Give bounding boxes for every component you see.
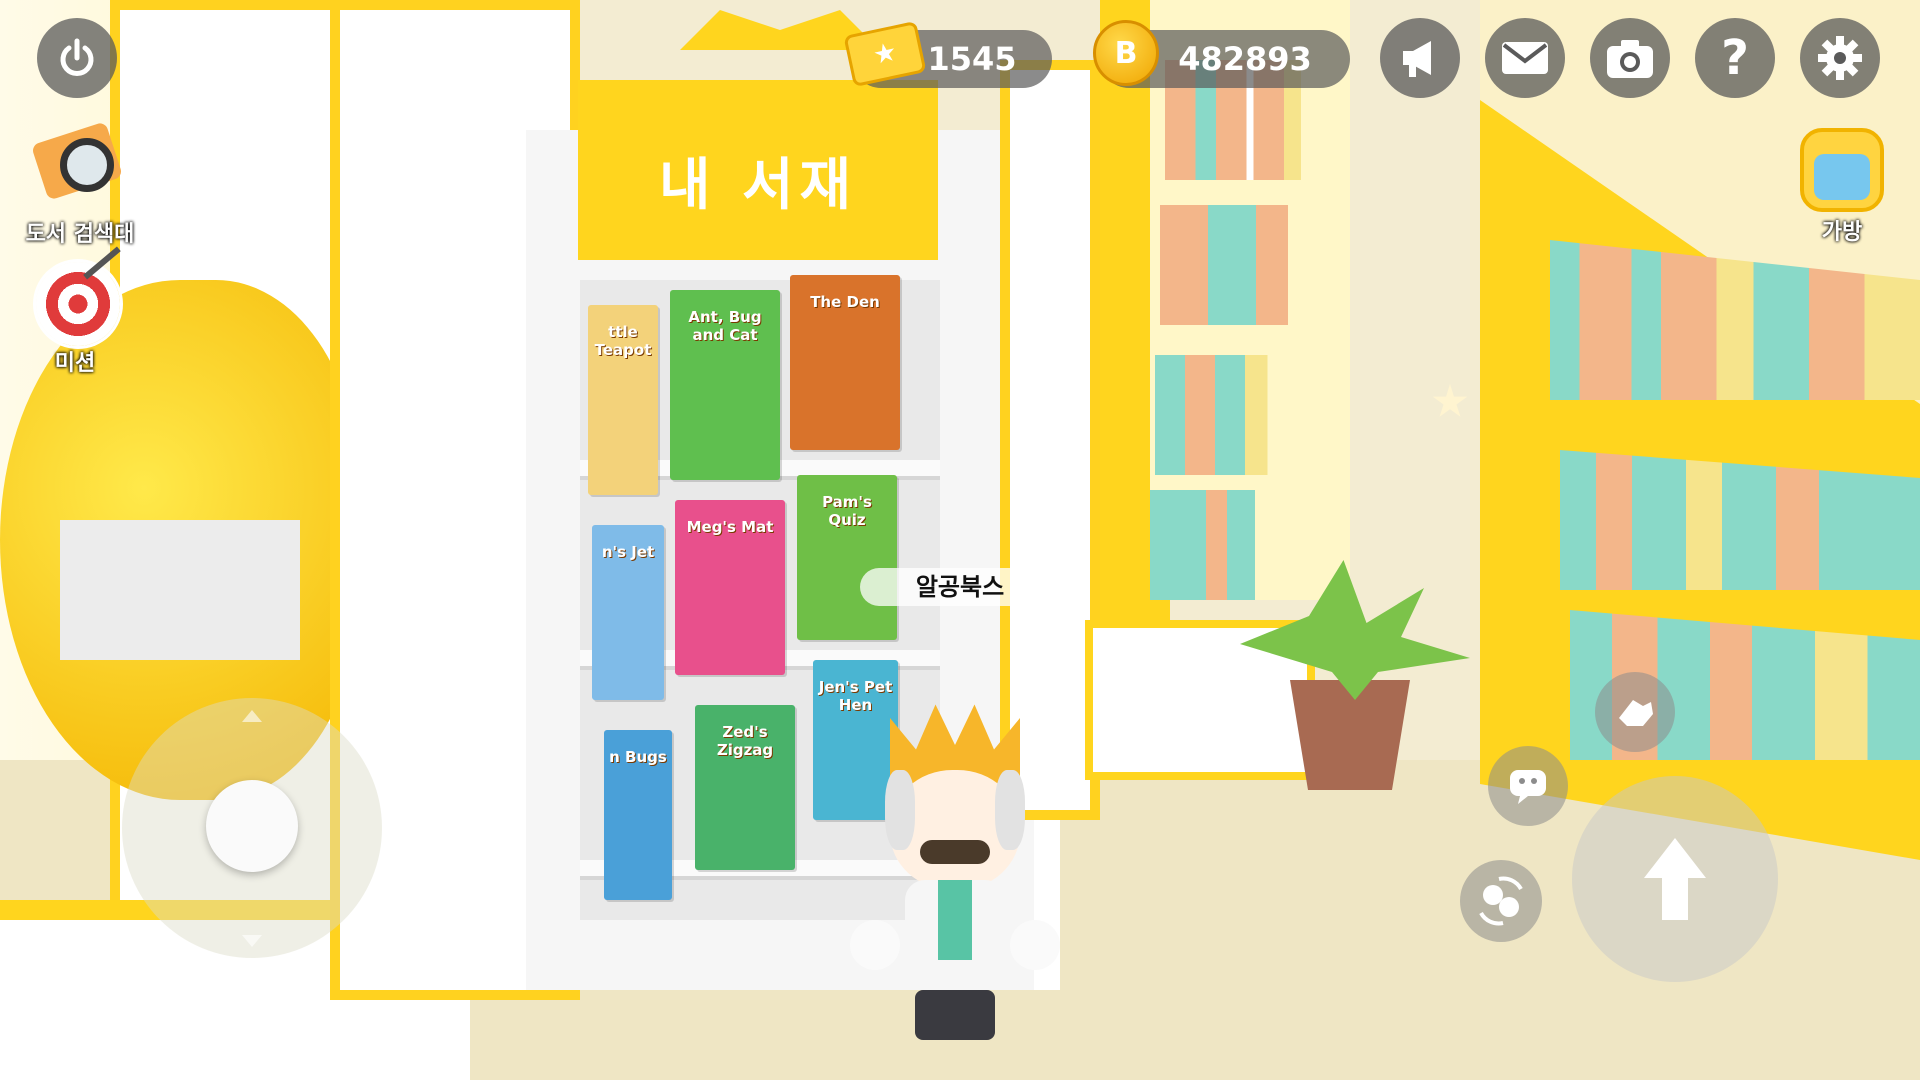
bag-button[interactable] (1800, 128, 1884, 212)
bag-label: 가방 (1821, 220, 1863, 245)
mustache-icon (920, 840, 990, 864)
chat-button[interactable] (1488, 746, 1568, 826)
character-hair (885, 770, 915, 850)
ticket-count: 1545 (927, 40, 1017, 78)
megaphone-icon (1403, 41, 1431, 77)
jump-button[interactable] (1572, 776, 1778, 982)
switch-avatar-button[interactable] (1460, 860, 1542, 942)
character-hand (1010, 920, 1060, 970)
backpack-icon (1814, 154, 1870, 200)
character-hand (850, 920, 900, 970)
camera-icon (1607, 40, 1653, 78)
chat-icon (1510, 770, 1546, 804)
swap-icon (1479, 876, 1523, 926)
book-row (1160, 205, 1320, 325)
character-legs (915, 990, 995, 1040)
shelf-sign-text: 내 서재 (658, 153, 858, 218)
hand-icon (1619, 700, 1653, 726)
settings-button[interactable] (1800, 18, 1880, 98)
character-shirt (938, 880, 972, 960)
star-icon[interactable] (1432, 384, 1468, 417)
book-search-label: 도서 검색대 (25, 222, 135, 247)
book[interactable]: The Den (790, 275, 900, 450)
coin-symbol: B (1114, 35, 1138, 71)
arrow-up-icon (1644, 838, 1706, 920)
book[interactable]: Ant, Bug and Cat (670, 290, 780, 480)
book[interactable]: Zed's Zigzag (695, 705, 795, 870)
book[interactable]: n Bugs (604, 730, 672, 900)
mail-button[interactable] (1485, 18, 1565, 98)
statue-base (60, 520, 300, 660)
gear-icon (1818, 36, 1862, 80)
coin-icon: B (1093, 20, 1159, 86)
mission-button[interactable] (36, 246, 121, 346)
coin-count: 482893 (1178, 40, 1312, 78)
power-button[interactable] (37, 18, 117, 98)
book-row (1150, 490, 1290, 600)
magnifier-icon (60, 138, 114, 192)
help-icon: ? (1721, 30, 1749, 86)
book[interactable]: Pam's Quiz (797, 475, 897, 640)
power-icon (60, 38, 94, 76)
announcement-button[interactable] (1380, 18, 1460, 98)
book[interactable]: ttle Teapot (588, 305, 658, 495)
book[interactable]: Meg's Mat (675, 500, 785, 675)
mail-icon (1502, 42, 1548, 74)
book[interactable]: n's Jet (592, 525, 664, 700)
plant-pot (1290, 680, 1410, 790)
mission-label: 미션 (54, 351, 96, 376)
character-hair (995, 770, 1025, 850)
joystick-knob[interactable] (206, 780, 298, 872)
book-row (1155, 355, 1305, 475)
help-button[interactable]: ? (1695, 18, 1775, 98)
npc-name-tag: 알공북스 (860, 568, 1060, 606)
book-search-button[interactable] (30, 121, 130, 212)
emote-button[interactable] (1595, 672, 1675, 752)
camera-button[interactable] (1590, 18, 1670, 98)
